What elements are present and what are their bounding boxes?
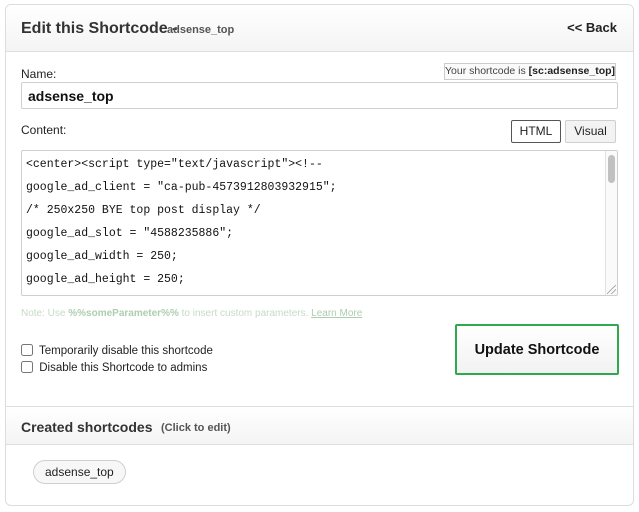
code-line: <center><script type="text/javascript"><…: [26, 158, 323, 171]
page-subtitle: adsense_top: [167, 24, 235, 36]
created-shortcodes-hint: (Click to edit): [161, 422, 231, 434]
disable-shortcode-checkbox[interactable]: [21, 344, 33, 356]
update-shortcode-button[interactable]: Update Shortcode: [455, 324, 619, 375]
content-textarea[interactable]: <center><script type="text/javascript"><…: [21, 150, 618, 296]
shortcode-hint-code: [sc:adsense_top]: [528, 65, 616, 77]
code-line: google_ad_height = 250;: [26, 273, 185, 286]
code-line: google_ad_slot = "4588235886";: [26, 227, 234, 240]
disable-shortcode-option[interactable]: Temporarily disable this shortcode: [21, 344, 213, 357]
name-input[interactable]: [21, 82, 618, 109]
shortcode-hint: Your shortcode is [sc:adsense_top]: [444, 63, 616, 80]
note-middle: to insert custom parameters.: [181, 308, 309, 319]
note-prefix: Note: Use: [21, 308, 66, 319]
disable-admins-label: Disable this Shortcode to admins: [39, 362, 208, 374]
code-line: google_ad_client = "ca-pub-4573912803932…: [26, 181, 337, 194]
disable-shortcode-label: Temporarily disable this shortcode: [39, 345, 213, 357]
scroll-thumb[interactable]: [608, 155, 615, 183]
textarea-scrollbar[interactable]: [605, 151, 617, 295]
created-shortcodes-title: Created shortcodes: [21, 419, 153, 435]
panel-header: Edit this Shortcode - adsense_top << Bac…: [6, 5, 633, 52]
learn-more-link[interactable]: Learn More: [311, 308, 362, 319]
code-line: google_ad_width = 250;: [26, 250, 178, 263]
disable-admins-checkbox[interactable]: [21, 361, 33, 373]
back-link[interactable]: << Back: [567, 20, 617, 35]
content-label: Content:: [21, 123, 67, 137]
shortcode-hint-prefix: Your shortcode is: [445, 65, 526, 77]
resize-handle-icon[interactable]: [607, 285, 616, 294]
shortcode-chip[interactable]: adsense_top: [33, 460, 126, 484]
name-label: Name:: [21, 67, 57, 81]
tab-html[interactable]: HTML: [511, 120, 561, 143]
code-line: /* 250x250 BYE top post display */: [26, 204, 261, 217]
page-title: Edit this Shortcode -: [21, 20, 178, 37]
disable-admins-option[interactable]: Disable this Shortcode to admins: [21, 361, 207, 374]
created-shortcodes-header: Created shortcodes (Click to edit): [6, 406, 633, 445]
tab-visual[interactable]: Visual: [565, 120, 616, 143]
edit-shortcode-panel: Edit this Shortcode - adsense_top << Bac…: [5, 4, 634, 506]
parameter-note: Note: Use %%someParameter%% to insert cu…: [21, 308, 362, 319]
note-parameter: %%someParameter%%: [68, 308, 179, 319]
